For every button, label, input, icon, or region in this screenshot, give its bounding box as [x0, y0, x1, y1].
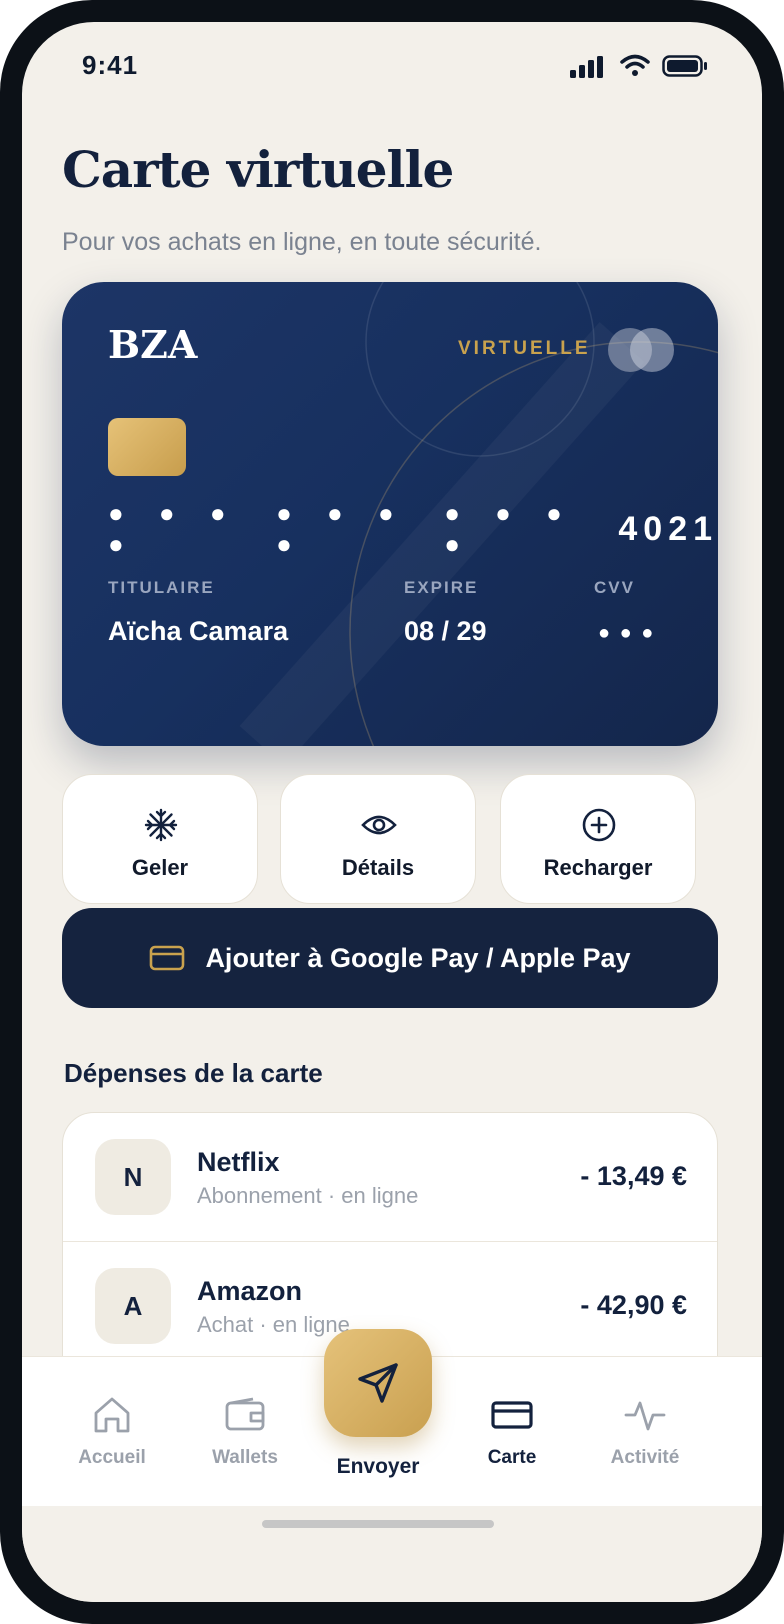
card-chip — [108, 418, 186, 476]
add-to-wallet-button[interactable]: Ajouter à Google Pay / Apple Pay — [62, 908, 718, 1008]
card-type-label: VIRTUELLE — [458, 338, 591, 359]
merchant-avatar: N — [95, 1139, 171, 1215]
phone-frame: 9:41 Carte virtuelle Pour vos achats en … — [0, 0, 784, 1624]
card-icon — [491, 1401, 533, 1429]
eye-icon — [361, 815, 397, 835]
battery-icon — [662, 55, 707, 77]
card-number: ● ● ● ● ● ● ● ● ● ● ● ● 4021 — [108, 498, 718, 559]
page-title: Carte virtuelle — [62, 140, 454, 199]
list-item[interactable]: N Netflix Abonnement · en ligne - 13,49 … — [63, 1113, 717, 1241]
nav-label: Activité — [610, 1447, 680, 1468]
holder-name: Aïcha Camara — [108, 616, 289, 646]
home-icon — [94, 1397, 130, 1433]
nav-item-carte[interactable]: Carte — [452, 1395, 572, 1469]
virtual-card[interactable]: BZA VIRTUELLE ● ● ● ● ● ● ● ● ● ● ● ● 40… — [62, 282, 718, 746]
nav-label: Wallets — [212, 1447, 278, 1468]
nav-item-activite[interactable]: Activité — [585, 1395, 705, 1469]
merchant-name: Netflix — [197, 1147, 280, 1177]
freeze-label: Geler — [131, 855, 189, 880]
card-icon — [150, 945, 185, 971]
transaction-amount: - 42,90 € — [580, 1290, 687, 1320]
cvv-value: ● ● ● — [598, 622, 656, 644]
freeze-button[interactable]: Geler — [62, 774, 258, 904]
snowflake-icon — [144, 808, 178, 842]
recharge-button[interactable]: Recharger — [500, 774, 696, 904]
expiry-label: EXPIRE — [404, 578, 479, 597]
cvv-label: CVV — [594, 578, 635, 597]
page-subtitle: Pour vos achats en ligne, en toute sécur… — [62, 228, 542, 256]
transaction-amount: - 13,49 € — [580, 1161, 687, 1191]
activity-icon — [624, 1401, 666, 1431]
expiry-value: 08 / 29 — [404, 616, 487, 646]
nav-item-accueil[interactable]: Accueil — [52, 1395, 172, 1469]
send-label: Envoyer — [336, 1455, 420, 1478]
holder-label: TITULAIRE — [108, 578, 215, 597]
transaction-meta: Abonnement · en ligne — [197, 1183, 419, 1208]
status-bar: 9:41 — [22, 22, 762, 112]
send-icon — [358, 1363, 398, 1403]
merchant-avatar: A — [95, 1268, 171, 1344]
card-network-logo — [608, 328, 678, 374]
card-brand: BZA — [108, 322, 198, 367]
details-button[interactable]: Détails — [280, 774, 476, 904]
masked-group-1: ● ● ● ● — [108, 498, 240, 559]
send-button[interactable] — [324, 1329, 432, 1437]
home-indicator — [262, 1520, 494, 1528]
wallet-icon — [225, 1397, 265, 1431]
nav-label: Accueil — [78, 1447, 146, 1468]
transaction-meta: Achat · en ligne — [197, 1312, 350, 1337]
bottom-nav: Accueil Wallets Envoyer Carte Activité — [22, 1329, 762, 1507]
wifi-icon — [620, 54, 650, 76]
spending-title: Dépenses de la carte — [64, 1058, 323, 1088]
merchant-name: Amazon — [197, 1276, 303, 1306]
add-to-wallet-label: Ajouter à Google Pay / Apple Pay — [205, 942, 631, 973]
app-screen: 9:41 Carte virtuelle Pour vos achats en … — [22, 22, 762, 1602]
masked-group-3: ● ● ● ● — [444, 498, 576, 559]
plus-circle-icon — [582, 808, 616, 842]
recharge-label: Recharger — [543, 855, 653, 880]
masked-group-2: ● ● ● ● — [276, 498, 408, 559]
details-label: Détails — [341, 855, 415, 880]
card-last4: 4021 — [618, 509, 718, 548]
nav-item-wallets[interactable]: Wallets — [185, 1395, 305, 1469]
signal-icon — [570, 56, 603, 78]
nav-label: Carte — [487, 1447, 537, 1468]
status-time: 9:41 — [82, 50, 139, 80]
